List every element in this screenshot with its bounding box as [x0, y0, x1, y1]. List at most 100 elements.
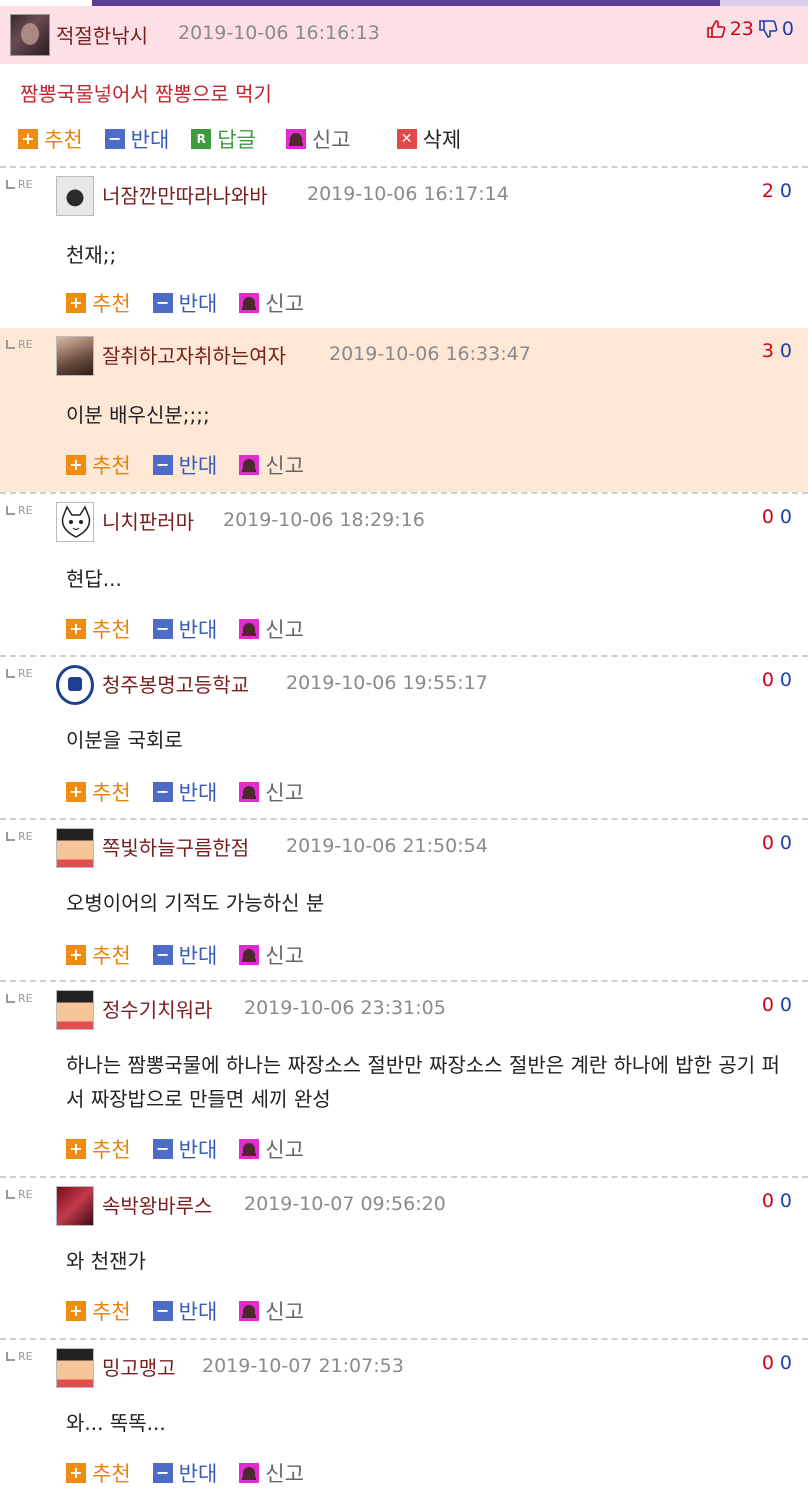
recommend-button[interactable]: + 추천 [66, 288, 131, 318]
comment-date: 2019-10-06 21:50:54 [286, 835, 488, 857]
author-nickname[interactable]: 쪽빛하늘구름한점 [102, 832, 249, 861]
oppose-button[interactable]: − 반대 [152, 940, 217, 970]
oppose-button[interactable]: − 반대 [152, 1458, 218, 1488]
minus-icon: − [104, 129, 125, 149]
comment-text: 이분을 국회로 [66, 728, 183, 752]
plus-icon: + [18, 129, 38, 149]
reply-arrow-icon [6, 1352, 15, 1361]
reply-marker-label: RE [18, 1188, 33, 1201]
oppose-button[interactable]: − 반대 [152, 1296, 218, 1326]
reply-arrow-icon [6, 180, 15, 189]
report-button[interactable]: 신고 [239, 288, 304, 318]
comment-date: 2019-10-06 16:16:13 [178, 22, 380, 44]
author-nickname[interactable]: 잘취하고자취하는여자 [102, 340, 286, 369]
avatar[interactable] [56, 176, 94, 216]
comment-actions: + 추천 − 반대 신고 [66, 288, 326, 318]
oppose-button[interactable]: − 반대 [152, 1134, 218, 1164]
reply-marker-label: RE [18, 1350, 33, 1363]
report-button[interactable]: 신고 [239, 1296, 304, 1326]
report-button[interactable]: 신고 [239, 614, 304, 644]
reply-item: RE 너잠깐만따라나와바 2019-10-06 16:17:14 20 천재;;… [0, 168, 808, 328]
report-label: 신고 [265, 292, 304, 316]
reply-icon: R [191, 129, 212, 149]
recommend-button[interactable]: + 추천 [66, 614, 131, 644]
up-vote-count: 0 [761, 994, 774, 1016]
recommend-button[interactable]: + 추천 [66, 1296, 131, 1326]
reply-item: RE 속박왕바루스 2019-10-07 09:56:20 00 와 천잰가 +… [0, 1178, 808, 1338]
report-button[interactable]: 신고 [239, 1458, 304, 1488]
recommend-label: 추천 [92, 1462, 131, 1486]
report-button[interactable]: 신고 [239, 777, 304, 807]
author-nickname[interactable]: 청주봉명고등학교 [102, 669, 249, 698]
down-vote-count: 0 [779, 1190, 792, 1212]
oppose-button[interactable]: − 반대 [152, 450, 217, 480]
report-button[interactable]: 신고 [239, 1134, 304, 1164]
delete-label: 삭제 [422, 128, 462, 152]
report-button[interactable]: 신고 [285, 124, 351, 154]
reply-marker: RE [6, 1188, 33, 1201]
siren-icon [239, 455, 260, 475]
oppose-label: 반대 [178, 1462, 218, 1486]
recommend-button[interactable]: + 추천 [18, 124, 83, 154]
comment-text: 이분 배우신분;;;; [66, 403, 210, 427]
oppose-button[interactable]: − 반대 [104, 124, 169, 154]
avatar[interactable] [56, 336, 94, 376]
avatar[interactable] [56, 1186, 94, 1226]
author-nickname[interactable]: 적절한낚시 [56, 20, 148, 49]
vote-score: 00 [762, 832, 792, 854]
school-emblem-avatar[interactable] [56, 665, 94, 705]
oppose-button[interactable]: − 반대 [152, 288, 218, 318]
recommend-button[interactable]: + 추천 [66, 777, 131, 807]
report-label: 신고 [311, 128, 351, 152]
oppose-label: 반대 [178, 292, 218, 316]
comment-date: 2019-10-06 16:33:47 [329, 343, 531, 365]
recommend-button[interactable]: + 추천 [66, 450, 131, 480]
comment-actions: + 추천 − 반대 R 답글 신고 ✕ 삭제 [18, 124, 483, 154]
pixel-character-avatar[interactable] [56, 828, 94, 868]
reply-item: RE 쪽빛하늘구름한점 2019-10-06 21:50:54 00 오병이어의… [0, 820, 808, 980]
recommend-button[interactable]: + 추천 [66, 1458, 131, 1488]
main-comment: 적절한낚시 2019-10-06 16:16:13 23 0 짬뽕국물넣어서 짬… [0, 6, 808, 166]
comment-date: 2019-10-06 19:55:17 [286, 672, 488, 694]
minus-icon: − [152, 945, 173, 965]
vote-score: 00 [762, 669, 792, 691]
oppose-label: 반대 [178, 1300, 218, 1324]
comment-actions: + 추천 − 반대 신고 [66, 1458, 326, 1488]
siren-icon [239, 619, 260, 639]
comment-date: 2019-10-06 18:29:16 [223, 509, 425, 531]
author-nickname[interactable]: 너잠깐만따라나와바 [102, 180, 268, 209]
author-nickname[interactable]: 니치판러마 [102, 506, 194, 535]
report-label: 신고 [265, 618, 304, 642]
down-vote-count: 0 [779, 180, 792, 202]
report-button[interactable]: 신고 [239, 940, 304, 970]
recommend-label: 추천 [92, 1138, 131, 1162]
minus-icon: − [152, 619, 173, 639]
reply-button[interactable]: R 답글 [191, 124, 256, 154]
cat-icon [61, 505, 91, 538]
author-nickname[interactable]: 속박왕바루스 [102, 1190, 212, 1219]
comment-text: 천재;; [66, 243, 117, 267]
recommend-button[interactable]: + 추천 [66, 1134, 131, 1164]
reply-marker: RE [6, 338, 33, 351]
reply-marker: RE [6, 830, 33, 843]
oppose-button[interactable]: − 반대 [152, 777, 217, 807]
oppose-label: 반대 [178, 618, 218, 642]
oppose-button[interactable]: − 반대 [152, 614, 218, 644]
author-nickname[interactable]: 밍고맹고 [102, 1352, 176, 1381]
report-label: 신고 [265, 944, 304, 968]
pixel-character-avatar[interactable] [56, 990, 94, 1030]
report-button[interactable]: 신고 [239, 450, 304, 480]
reply-marker: RE [6, 992, 33, 1005]
up-vote-count: 2 [761, 180, 774, 202]
comment-date: 2019-10-06 16:17:14 [307, 183, 509, 205]
pixel-character-avatar[interactable] [56, 1348, 94, 1388]
close-icon: ✕ [396, 129, 417, 149]
author-nickname[interactable]: 정수기치워라 [102, 994, 212, 1023]
plus-icon: + [66, 945, 86, 965]
delete-button[interactable]: ✕ 삭제 [396, 124, 462, 154]
recommend-label: 추천 [92, 944, 131, 968]
oppose-label: 반대 [178, 1138, 218, 1162]
recommend-button[interactable]: + 추천 [66, 940, 131, 970]
avatar[interactable] [10, 14, 50, 56]
avatar[interactable] [56, 502, 94, 542]
